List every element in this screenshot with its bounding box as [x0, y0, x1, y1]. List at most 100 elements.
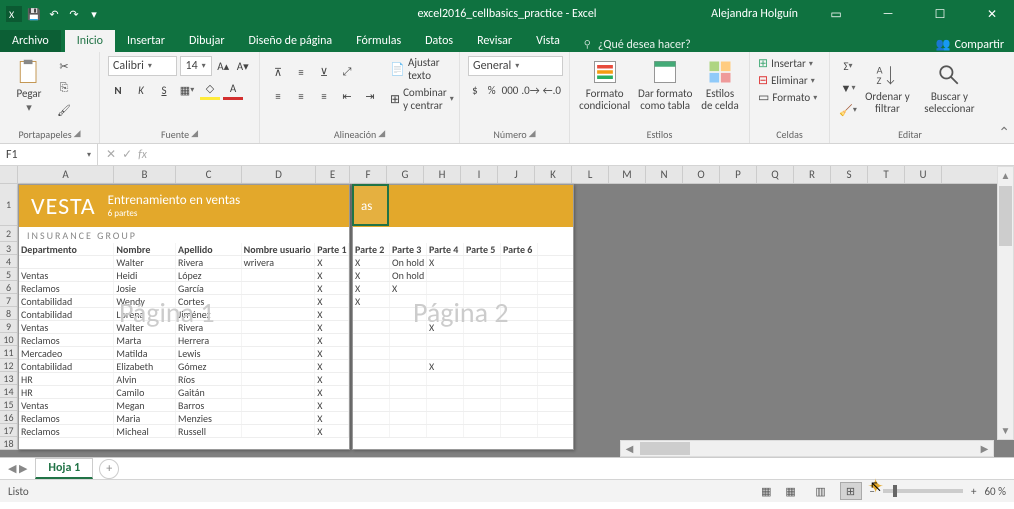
close-icon[interactable]: ✕	[970, 0, 1014, 28]
cancel-formula-icon[interactable]: ✕	[106, 147, 116, 162]
display-settings-icon[interactable]: ▦	[761, 485, 771, 498]
delete-cells-button[interactable]: ⊟Eliminar▾	[758, 73, 821, 88]
zoom-in-icon[interactable]: +	[971, 485, 976, 498]
decrease-font-icon[interactable]: A▾	[234, 56, 251, 76]
table-row[interactable]: HRAlvinRíosX	[19, 373, 349, 386]
currency-icon[interactable]: $	[468, 80, 482, 100]
page-layout-view-icon[interactable]: ▥	[810, 482, 832, 500]
column-headers[interactable]: ABCDEFGHIJKLMNOPQRSTU	[18, 166, 1014, 184]
conditional-format-button[interactable]: Formato condicional	[578, 56, 631, 114]
number-format-select[interactable]: General▾	[468, 56, 563, 76]
select-all-cell[interactable]	[0, 166, 18, 184]
align-left-icon[interactable]: ≡	[268, 86, 288, 106]
table-row[interactable]: VentasMeganBarrosX	[19, 399, 349, 412]
align-right-icon[interactable]: ≡	[314, 86, 334, 106]
table-row[interactable]: ContabilidadElizabethGómezX	[19, 360, 349, 373]
table-row[interactable]: XOn holdX	[353, 256, 573, 269]
table-row[interactable]	[353, 386, 573, 399]
sheet-tab[interactable]: Hoja 1	[35, 458, 93, 479]
dialog-launcher-icon[interactable]: ◢	[529, 128, 536, 141]
font-name-select[interactable]: Calibri▾	[108, 56, 177, 76]
table-row[interactable]: ReclamosJosieGarcíaX	[19, 282, 349, 295]
table-row[interactable]: XOn hold	[353, 269, 573, 282]
wrap-text-button[interactable]: 📄Ajustar texto	[390, 56, 454, 82]
table-row[interactable]	[353, 347, 573, 360]
zoom-slider[interactable]	[883, 489, 963, 493]
table-row[interactable]: X	[353, 321, 573, 334]
italic-button[interactable]: K	[131, 80, 151, 100]
tab-diseno[interactable]: Diseño de página	[237, 30, 345, 52]
percent-icon[interactable]: %	[485, 80, 499, 100]
find-select-button[interactable]: Buscar y seleccionar	[917, 59, 982, 117]
tell-me[interactable]: ¿Qué desea hacer?	[582, 38, 691, 52]
format-cells-button[interactable]: ▭Formato▾	[758, 90, 821, 105]
table-row[interactable]: ReclamosMartaHerreraX	[19, 334, 349, 347]
zoom-out-icon[interactable]: −	[870, 485, 875, 498]
tab-inicio[interactable]: Inicio	[65, 30, 115, 52]
format-table-button[interactable]: Dar formato como tabla	[634, 56, 696, 114]
page-1[interactable]: VESTAEntrenamiento en ventas6 partes INS…	[18, 184, 350, 450]
row-headers[interactable]: 123456789101112131415161718	[0, 184, 18, 450]
borders-icon[interactable]: ▦▾	[177, 80, 197, 100]
table-row[interactable]: HRCamiloGaitánX	[19, 386, 349, 399]
fx-icon[interactable]: fx	[138, 148, 147, 162]
undo-icon[interactable]: ↶	[46, 6, 62, 22]
horizontal-scrollbar[interactable]: ◀▶	[620, 440, 994, 457]
vertical-scrollbar[interactable]: ▲▼	[997, 166, 1014, 440]
tab-dibujar[interactable]: Dibujar	[177, 30, 237, 52]
minimize-icon[interactable]: —	[866, 0, 910, 28]
page-break-view-icon[interactable]: ⊞	[840, 482, 862, 500]
save-icon[interactable]: 💾	[26, 6, 42, 22]
font-size-select[interactable]: 14▾	[180, 56, 211, 76]
ribbon-options-icon[interactable]: ▭	[814, 0, 858, 28]
enter-formula-icon[interactable]: ✓	[122, 147, 132, 162]
table-row[interactable]: VentasHeidiLópezX	[19, 269, 349, 282]
dec-decimal-icon[interactable]: ←.0	[543, 80, 561, 100]
bold-button[interactable]: N	[108, 80, 128, 100]
tab-vista[interactable]: Vista	[524, 30, 572, 52]
share-button[interactable]: 👥Compartir	[936, 37, 1004, 52]
qat-customize-icon[interactable]: ▾	[86, 6, 102, 22]
maximize-icon[interactable]: ☐	[918, 0, 962, 28]
clear-icon[interactable]: 🧹▾	[838, 100, 858, 120]
dialog-launcher-icon[interactable]: ◢	[191, 128, 198, 141]
table-row[interactable]: X	[353, 295, 573, 308]
fill-color-icon[interactable]: ◇	[200, 80, 220, 100]
align-bottom-icon[interactable]: ⊻	[314, 62, 334, 82]
table-row[interactable]: ReclamosMariaMenziesX	[19, 412, 349, 425]
autosum-icon[interactable]: Σ▾	[838, 56, 858, 76]
table-row[interactable]: XX	[353, 282, 573, 295]
fill-icon[interactable]: ▼▾	[838, 78, 858, 98]
table-row[interactable]: ContabilidadLorenaJiménezX	[19, 308, 349, 321]
sheet-nav[interactable]: ◀ ▶	[0, 462, 35, 475]
table-row[interactable]: VentasWalterRiveraX	[19, 321, 349, 334]
tab-datos[interactable]: Datos	[413, 30, 465, 52]
dialog-launcher-icon[interactable]: ◢	[378, 128, 385, 141]
table-row[interactable]	[353, 334, 573, 347]
zoom-level[interactable]: 60 %	[984, 485, 1006, 498]
table-row[interactable]: ContabilidadWendyCortesX	[19, 295, 349, 308]
page-2[interactable]: as Parte 2Parte 3Parte 4Parte 5Parte 6XO…	[352, 184, 574, 450]
table-row[interactable]	[353, 412, 573, 425]
inc-decimal-icon[interactable]: .0→	[521, 80, 539, 100]
dialog-launcher-icon[interactable]: ◢	[74, 128, 81, 141]
sort-filter-button[interactable]: AZOrdenar y filtrar	[861, 59, 914, 117]
align-top-icon[interactable]: ⊼	[268, 62, 288, 82]
tab-revisar[interactable]: Revisar	[465, 30, 524, 52]
indent-inc-icon[interactable]: ⇥	[360, 86, 380, 106]
table-row[interactable]: MercadeoMatildaLewisX	[19, 347, 349, 360]
table-row[interactable]: WalterRiverawriveraX	[19, 256, 349, 269]
font-color-icon[interactable]: A	[223, 80, 243, 100]
collapse-ribbon-icon[interactable]: ⌃	[998, 124, 1010, 141]
tab-file[interactable]: Archivo	[0, 30, 61, 52]
table-row[interactable]	[353, 373, 573, 386]
table-row[interactable]	[353, 399, 573, 412]
cut-icon[interactable]: ✂	[54, 56, 74, 76]
insert-cells-button[interactable]: ⊞Insertar▾	[758, 56, 821, 71]
indent-dec-icon[interactable]: ⇤	[337, 86, 357, 106]
format-painter-icon[interactable]: 🖌	[54, 100, 74, 120]
normal-view-icon[interactable]: ▦	[780, 482, 802, 500]
align-center-icon[interactable]: ≡	[291, 86, 311, 106]
underline-button[interactable]: S	[154, 80, 174, 100]
copy-icon[interactable]: ⎘	[54, 78, 74, 98]
